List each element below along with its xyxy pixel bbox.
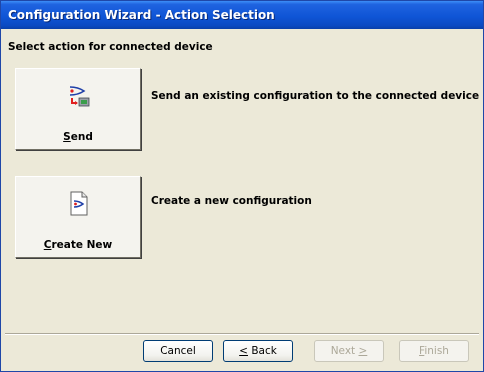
- footer-divider: [5, 333, 479, 335]
- send-config-icon: [69, 86, 90, 107]
- cancel-button[interactable]: Cancel: [143, 340, 213, 362]
- page-subtitle: Select action for connected device: [8, 41, 213, 53]
- wizard-window: Configuration Wizard - Action Selection …: [0, 0, 484, 372]
- send-action-description: Send an existing configuration to the co…: [151, 90, 480, 102]
- next-button[interactable]: Next >: [314, 340, 384, 362]
- send-action-button[interactable]: Send: [15, 68, 141, 150]
- window-title: Configuration Wizard - Action Selection: [8, 8, 275, 22]
- back-button[interactable]: < Back: [223, 340, 293, 362]
- create-new-action-label: Create New: [43, 239, 113, 251]
- new-config-document-icon: [70, 191, 88, 216]
- create-new-action-button[interactable]: Create New: [15, 176, 141, 258]
- create-new-action-description: Create a new configuration: [151, 195, 312, 207]
- finish-button[interactable]: Finish: [399, 340, 469, 362]
- send-action-label: Send: [63, 131, 93, 143]
- title-bar[interactable]: Configuration Wizard - Action Selection: [1, 1, 483, 29]
